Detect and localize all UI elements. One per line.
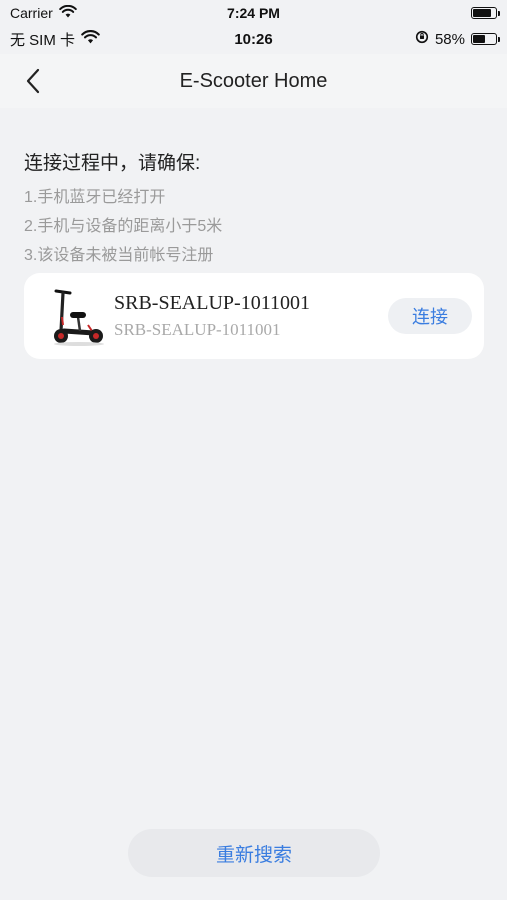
- tip-item: 3.该设备未被当前帐号注册: [24, 247, 214, 264]
- battery-fill: [473, 9, 491, 17]
- tip-item: 2.手机与设备的距离小于5米: [24, 218, 223, 235]
- e-scooter-icon: [48, 287, 108, 347]
- sim-status-label: 无 SIM 卡: [10, 31, 76, 49]
- connection-tips: 连接过程中，请确保: 1.手机蓝牙已经打开 2.手机与设备的距离小于5米 3.该…: [24, 148, 484, 270]
- chevron-left-icon: [26, 68, 40, 94]
- battery-icon: [471, 7, 500, 19]
- inner-status-bar: 无 SIM 卡 10:26 58%: [0, 26, 507, 52]
- wifi-icon: [58, 4, 77, 21]
- battery-fill: [473, 35, 486, 43]
- tips-heading: 连接过程中，请确保:: [24, 153, 201, 174]
- outer-status-bar: Carrier 7:24 PM: [0, 0, 507, 26]
- wifi-icon: [81, 30, 100, 48]
- battery-percent: 58%: [434, 30, 465, 48]
- device-name: SRB-SEALUP-1011001: [114, 292, 310, 314]
- connect-button[interactable]: 连接: [388, 298, 472, 334]
- carrier-label: Carrier: [10, 5, 53, 21]
- back-button[interactable]: [18, 66, 48, 96]
- device-card: SRB-SEALUP-1011001 SRB-SEALUP-1011001 连接: [24, 273, 484, 359]
- research-button[interactable]: 重新搜索: [128, 829, 380, 877]
- device-id: SRB-SEALUP-1011001: [114, 320, 281, 339]
- inner-status-left: 无 SIM 卡: [10, 29, 100, 50]
- tip-item: 1.手机蓝牙已经打开: [24, 189, 166, 206]
- page-title: E-Scooter Home: [179, 69, 328, 92]
- orientation-lock-icon: [415, 30, 429, 48]
- navigation-bar: E-Scooter Home: [0, 54, 507, 108]
- outer-status-left: Carrier: [10, 4, 77, 21]
- battery-icon: [471, 33, 500, 45]
- inner-status-right: 58%: [415, 30, 500, 48]
